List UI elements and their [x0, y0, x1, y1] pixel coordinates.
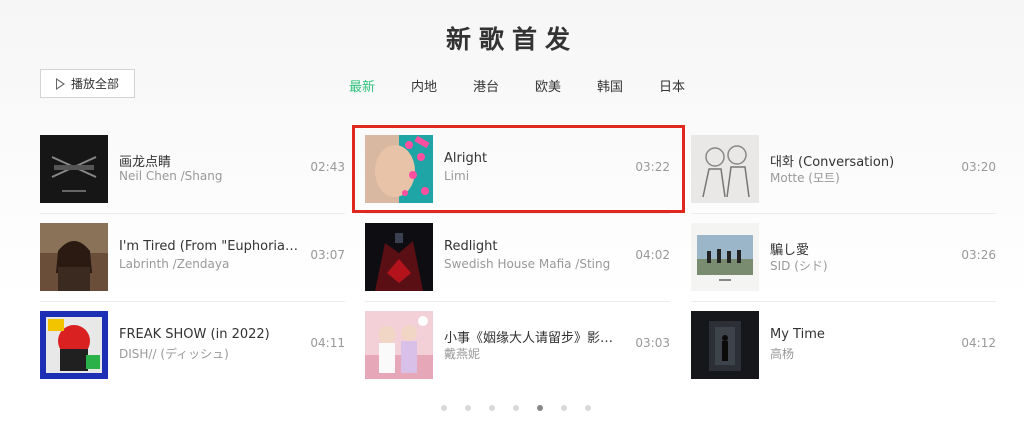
album-cover[interactable]	[691, 311, 759, 379]
row-divider	[40, 301, 345, 302]
pagination-dot[interactable]	[441, 405, 447, 411]
highlight-box	[352, 125, 685, 213]
album-cover[interactable]	[40, 135, 108, 203]
song-title[interactable]: I'm Tired (From "Euphoria" ...	[119, 239, 299, 254]
song-artist[interactable]: Neil Chen /Shang	[119, 169, 222, 183]
song-column-3: 대화 (Conversation) Motte (모트) 03:20 騙し愛 S…	[691, 135, 996, 399]
song-item[interactable]: I'm Tired (From "Euphoria" ... Labrinth …	[40, 223, 345, 311]
pagination-dot-active[interactable]	[537, 405, 543, 411]
row-divider	[691, 213, 996, 214]
song-column-1: 画龙点睛 Neil Chen /Shang 02:43 I'm Tired (F…	[40, 135, 345, 399]
song-title[interactable]: My Time	[770, 327, 950, 342]
album-cover[interactable]	[40, 223, 108, 291]
song-duration: 03:03	[635, 336, 670, 350]
album-cover[interactable]	[691, 135, 759, 203]
pagination-dots	[0, 405, 1024, 413]
song-item[interactable]: My Time 高杨 04:12	[691, 311, 996, 399]
song-duration: 04:12	[961, 336, 996, 350]
row-divider	[365, 301, 670, 302]
song-duration: 04:11	[310, 336, 345, 350]
album-cover[interactable]	[40, 311, 108, 379]
song-title[interactable]: 小事《姻缘大人请留步》影视...	[444, 327, 624, 346]
pagination-dot[interactable]	[561, 405, 567, 411]
album-cover[interactable]	[365, 223, 433, 291]
row-divider	[691, 301, 996, 302]
song-duration: 03:20	[961, 160, 996, 174]
song-artist[interactable]: SID (シド)	[770, 257, 828, 274]
row-divider	[365, 213, 670, 214]
song-item[interactable]: 騙し愛 SID (シド) 03:26	[691, 223, 996, 311]
song-artist[interactable]: 戴燕妮	[444, 345, 480, 362]
song-artist[interactable]: Swedish House Mafia /Sting	[444, 257, 610, 271]
song-artist[interactable]: Labrinth /Zendaya	[119, 257, 229, 271]
album-cover[interactable]	[691, 223, 759, 291]
song-title[interactable]: 대화 (Conversation)	[770, 151, 950, 170]
region-tabs: 最新 内地 港台 欧美 韩国 日本	[0, 76, 1024, 95]
tab-japan[interactable]: 日本	[659, 76, 685, 95]
song-artist[interactable]: DISH// (ディッシュ)	[119, 345, 229, 362]
song-item[interactable]: FREAK SHOW (in 2022) DISH// (ディッシュ) 04:1…	[40, 311, 345, 399]
tab-korea[interactable]: 韩国	[597, 76, 623, 95]
song-title[interactable]: FREAK SHOW (in 2022)	[119, 327, 299, 342]
song-item[interactable]: 小事《姻缘大人请留步》影视... 戴燕妮 03:03	[365, 311, 670, 399]
song-title[interactable]: Redlight	[444, 239, 624, 254]
song-item[interactable]: Redlight Swedish House Mafia /Sting 04:0…	[365, 223, 670, 311]
song-title[interactable]: 騙し愛	[770, 239, 950, 258]
song-duration: 03:07	[310, 248, 345, 262]
song-duration: 02:43	[310, 160, 345, 174]
tab-hk-tw[interactable]: 港台	[473, 76, 499, 95]
pagination-dot[interactable]	[513, 405, 519, 411]
tab-western[interactable]: 欧美	[535, 76, 561, 95]
tab-mainland[interactable]: 内地	[411, 76, 437, 95]
pagination-dot[interactable]	[585, 405, 591, 411]
song-item[interactable]: 画龙点睛 Neil Chen /Shang 02:43	[40, 135, 345, 223]
song-item[interactable]: 대화 (Conversation) Motte (모트) 03:20	[691, 135, 996, 223]
song-duration: 03:26	[961, 248, 996, 262]
section-title: 新歌首发	[445, 25, 578, 54]
pagination-dot[interactable]	[465, 405, 471, 411]
album-cover[interactable]	[365, 311, 433, 379]
tab-latest[interactable]: 最新	[349, 76, 375, 95]
song-title[interactable]: 画龙点睛	[119, 151, 299, 170]
song-artist[interactable]: 高杨	[770, 345, 794, 362]
pagination-dot[interactable]	[489, 405, 495, 411]
song-duration: 04:02	[635, 248, 670, 262]
song-artist[interactable]: Motte (모트)	[770, 169, 840, 186]
row-divider	[40, 213, 345, 214]
